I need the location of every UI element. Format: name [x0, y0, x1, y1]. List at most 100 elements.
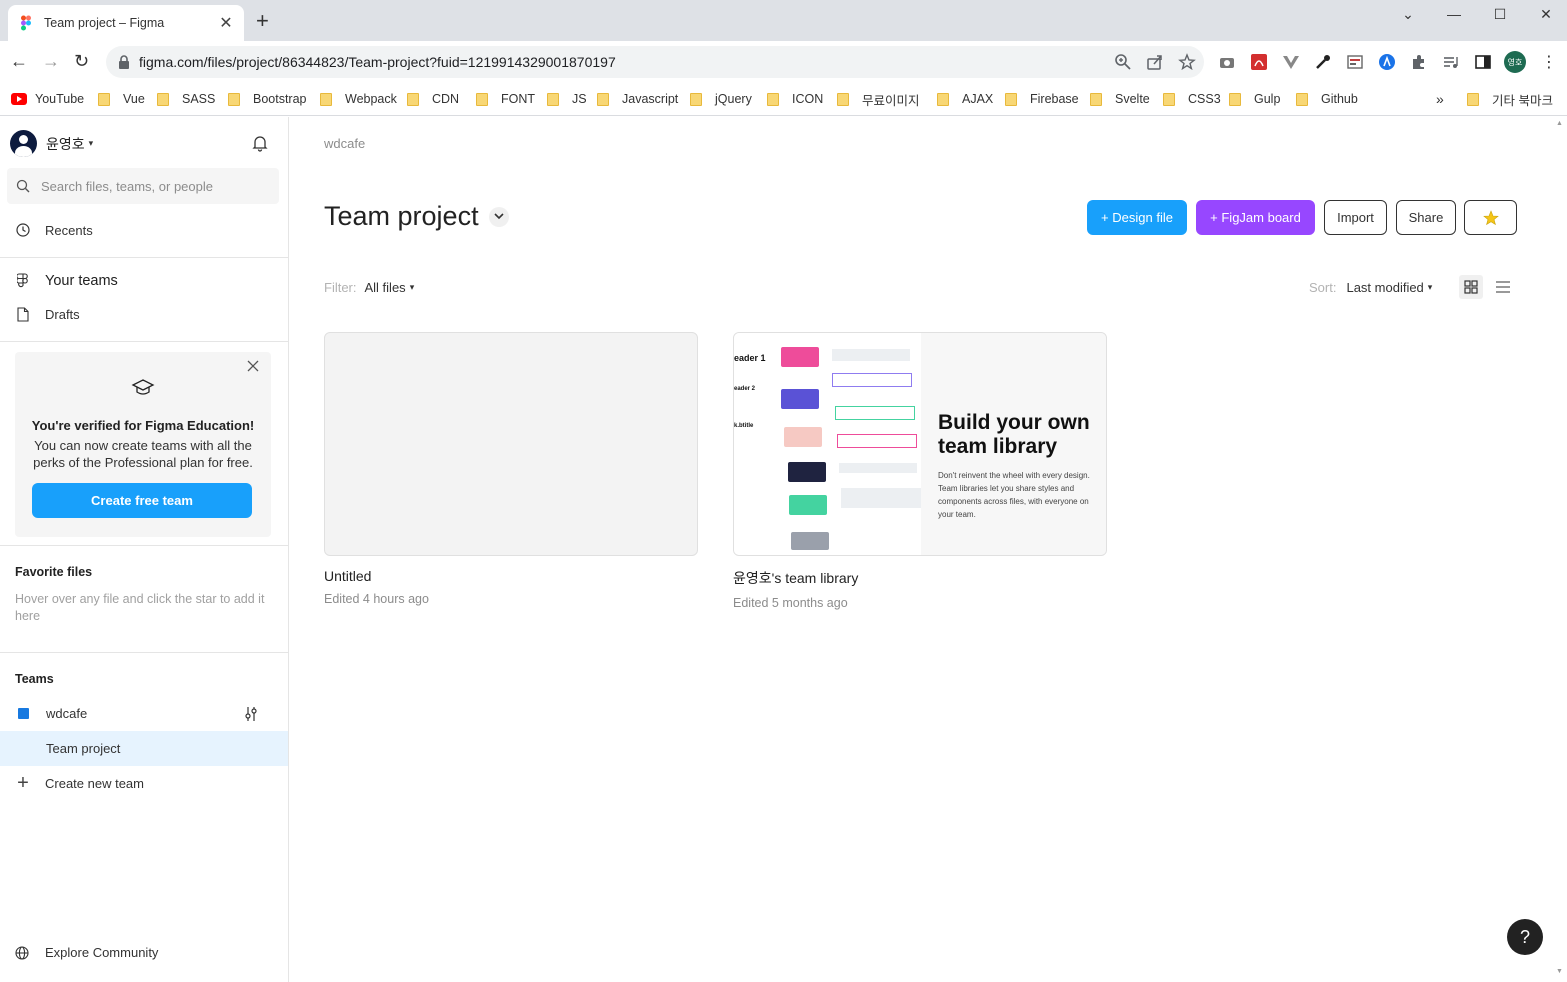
create-free-team-button[interactable]: Create free team: [32, 483, 252, 518]
maximize-icon[interactable]: ☐: [1477, 4, 1523, 24]
grid-icon: [1464, 280, 1478, 294]
bookmark-firebase[interactable]: Firebase: [1005, 89, 1079, 109]
file-thumbnail[interactable]: [324, 332, 698, 556]
grid-view-button[interactable]: [1459, 275, 1483, 299]
close-icon[interactable]: [246, 359, 260, 373]
search-input[interactable]: Search files, teams, or people: [7, 168, 279, 204]
bookmark-sass[interactable]: SASS: [157, 89, 215, 109]
file-name: Untitled: [324, 568, 372, 584]
bookmark-free-images[interactable]: 무료이미지: [837, 89, 920, 109]
bookmark-vue[interactable]: Vue: [98, 89, 145, 109]
bookmark-ajax[interactable]: AJAX: [937, 89, 993, 109]
minimize-icon[interactable]: —: [1431, 4, 1477, 24]
team-settings-icon[interactable]: [243, 706, 259, 722]
bell-icon[interactable]: [251, 134, 269, 152]
sort-dropdown[interactable]: Sort: Last modified ▾: [1309, 280, 1432, 295]
project-item-team-project[interactable]: Team project: [0, 731, 288, 766]
account-switcher[interactable]: 윤영호 ▾: [10, 130, 93, 157]
bookmarks-overflow-icon[interactable]: »: [1436, 89, 1444, 109]
import-button[interactable]: Import: [1324, 200, 1387, 235]
forward-icon[interactable]: →: [42, 51, 60, 71]
side-panel-icon[interactable]: [1474, 53, 1492, 71]
explore-community-link[interactable]: Explore Community: [15, 945, 158, 960]
scroll-down-icon[interactable]: ▼: [1556, 968, 1563, 975]
breadcrumb[interactable]: wdcafe: [324, 136, 365, 151]
share-button[interactable]: Share: [1396, 200, 1456, 235]
main-content: wdcafe Team project + Design file + FigJ…: [289, 117, 1553, 982]
sidebar-item-your-teams[interactable]: Your teams: [15, 273, 118, 289]
media-control-icon[interactable]: [1442, 53, 1460, 71]
bookmark-gulp[interactable]: Gulp: [1229, 89, 1280, 109]
search-icon: [16, 179, 30, 193]
profile-avatar[interactable]: 영호: [1504, 51, 1526, 73]
bookmark-js[interactable]: JS: [547, 89, 587, 109]
url-text: figma.com/files/project/86344823/Team-pr…: [139, 54, 616, 70]
preview-input: [832, 373, 912, 387]
file-thumbnail[interactable]: eader 1 eader 2 k.btitle Build your own …: [733, 332, 1107, 556]
scrollbar[interactable]: ▲ ▼: [1553, 117, 1567, 982]
preview-input: [832, 349, 910, 361]
sidebar-item-drafts[interactable]: Drafts: [15, 306, 80, 322]
sidebar-item-recents[interactable]: Recents: [15, 222, 93, 238]
window-close-icon[interactable]: ✕: [1523, 4, 1567, 24]
file-card[interactable]: Untitled Edited 4 hours ago: [324, 332, 698, 606]
filter-dropdown[interactable]: Filter: All files ▾: [324, 280, 414, 295]
bookmark-svelte[interactable]: Svelte: [1090, 89, 1150, 109]
new-figjam-board-button[interactable]: + FigJam board: [1196, 200, 1315, 235]
divider: [0, 341, 288, 342]
vue-devtools-icon[interactable]: [1282, 53, 1300, 71]
camera-extension-icon[interactable]: [1218, 53, 1236, 71]
teams-heading: Teams: [15, 672, 54, 686]
bookmark-bootstrap[interactable]: Bootstrap: [228, 89, 307, 109]
bookmark-star-icon[interactable]: [1178, 53, 1196, 71]
team-item-wdcafe[interactable]: wdcafe: [0, 697, 288, 730]
share-page-icon[interactable]: [1146, 53, 1164, 71]
bookmark-webpack[interactable]: Webpack: [320, 89, 397, 109]
chevron-down-icon: ▾: [409, 282, 415, 292]
bookmark-other[interactable]: 기타 북마크: [1467, 89, 1553, 109]
library-preview-components: eader 1 eader 2 k.btitle: [734, 333, 921, 555]
list-view-button[interactable]: [1491, 275, 1515, 299]
file-card[interactable]: eader 1 eader 2 k.btitle Build your own …: [733, 332, 1107, 610]
new-tab-icon[interactable]: +: [256, 10, 269, 32]
tab-search-icon[interactable]: ⌄: [1385, 4, 1431, 24]
bookmark-label: CDN: [432, 92, 460, 106]
preview-label: k.btitle: [734, 423, 754, 429]
globe-icon: [15, 945, 29, 960]
favorite-project-button[interactable]: [1464, 200, 1517, 235]
favorites-heading: Favorite files: [15, 565, 93, 579]
bookmark-cdn[interactable]: CDN: [407, 89, 459, 109]
scroll-up-icon[interactable]: ▲: [1556, 120, 1563, 127]
zoom-icon[interactable]: [1114, 53, 1132, 71]
bookmark-css3[interactable]: CSS3: [1163, 89, 1221, 109]
bookmark-icon-folder[interactable]: ICON: [767, 89, 823, 109]
browser-tab[interactable]: Team project – Figma ✕: [8, 5, 244, 41]
project-title-menu[interactable]: Team project: [324, 201, 509, 232]
team-name: wdcafe: [46, 706, 88, 721]
reload-icon[interactable]: ↻: [74, 51, 89, 71]
user-name: 윤영호: [46, 135, 85, 152]
education-promo-card: You're verified for Figma Education! You…: [15, 352, 271, 537]
bookmark-jquery[interactable]: jQuery: [690, 89, 752, 109]
chrome-menu-icon[interactable]: ⋮: [1541, 52, 1557, 72]
bookmark-youtube[interactable]: YouTube: [11, 89, 84, 109]
bookmark-label: YouTube: [35, 92, 85, 106]
page-ruler-icon[interactable]: [1346, 53, 1364, 71]
color-picker-icon[interactable]: [1314, 53, 1332, 71]
create-new-team-button[interactable]: + Create new team: [15, 773, 144, 793]
bookmark-font[interactable]: FONT: [476, 89, 535, 109]
translate-extension-icon[interactable]: [1378, 53, 1396, 71]
help-button[interactable]: ?: [1507, 919, 1543, 955]
bookmark-javascript[interactable]: Javascript: [597, 89, 678, 109]
address-bar[interactable]: figma.com/files/project/86344823/Team-pr…: [106, 46, 1204, 78]
preview-swatch-peach: [784, 427, 822, 447]
back-icon[interactable]: ←: [10, 51, 28, 71]
figma-logo-icon: [17, 273, 28, 288]
extensions-puzzle-icon[interactable]: [1410, 53, 1428, 71]
new-design-file-button[interactable]: + Design file: [1087, 200, 1187, 235]
chevron-down-icon[interactable]: [488, 206, 509, 227]
pdf-extension-icon[interactable]: [1250, 53, 1268, 71]
tab-close-icon[interactable]: ✕: [218, 13, 234, 33]
bookmark-github[interactable]: Github: [1296, 89, 1358, 109]
create-team-label: Create new team: [45, 775, 144, 791]
